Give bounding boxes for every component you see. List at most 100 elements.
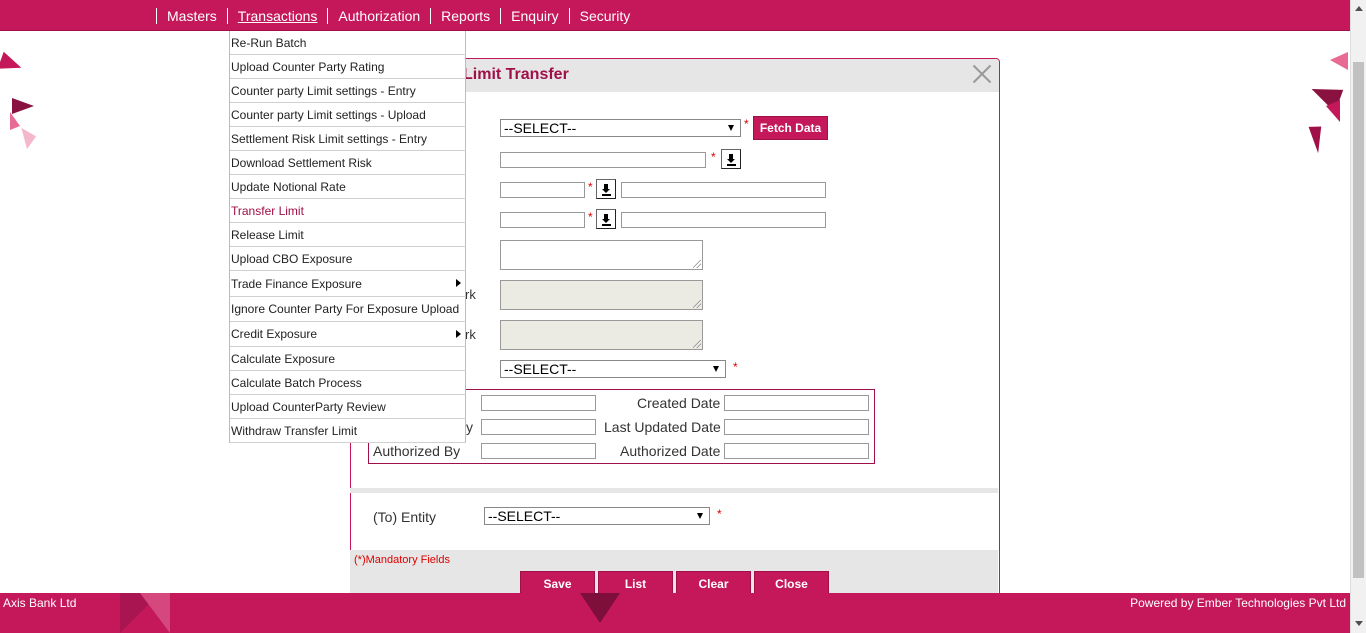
page: Masters Transactions Authorization Repor… bbox=[0, 0, 1366, 633]
nav-transactions[interactable]: Transactions bbox=[226, 7, 328, 24]
from-code-field[interactable] bbox=[500, 182, 585, 198]
required-mark: * bbox=[744, 117, 749, 131]
resize-grip-icon[interactable] bbox=[693, 260, 701, 268]
nav-security[interactable]: Security bbox=[568, 7, 641, 24]
to-description-field[interactable] bbox=[621, 212, 826, 228]
to-entity-label: (To) Entity bbox=[373, 509, 437, 525]
footer-bar: Axis Bank Ltd Powered by Ember Technolog… bbox=[0, 593, 1350, 633]
from-description-field[interactable] bbox=[621, 182, 826, 198]
dialog-title: Limit Transfer bbox=[463, 66, 569, 83]
scroll-up-icon[interactable] bbox=[1355, 6, 1363, 11]
required-mark: * bbox=[711, 150, 716, 164]
close-button[interactable]: Close bbox=[754, 571, 829, 595]
close-dialog-icon[interactable] bbox=[971, 63, 993, 85]
menu-item-settlement-risk-limit-entry[interactable]: Settlement Risk Limit settings - Entry bbox=[230, 127, 466, 151]
decor-triangle bbox=[21, 124, 39, 150]
fetch-data-button[interactable]: Fetch Data bbox=[753, 116, 828, 140]
authorized-date-label: Authorized Date bbox=[620, 443, 721, 459]
decor-triangle bbox=[1326, 100, 1340, 122]
decor-triangle bbox=[10, 112, 20, 130]
chevron-down-icon bbox=[713, 366, 719, 372]
menu-item-re-run-batch[interactable]: Re-Run Batch bbox=[230, 31, 466, 55]
nav-masters[interactable]: Masters bbox=[156, 7, 227, 24]
to-code-field[interactable] bbox=[500, 212, 585, 228]
to-entity-select[interactable]: --SELECT-- bbox=[484, 507, 710, 525]
menu-item-label: Upload CBO Exposure bbox=[231, 252, 353, 266]
menu-item-label: Re-Run Batch bbox=[231, 36, 307, 50]
menu-item-label: Release Limit bbox=[231, 228, 304, 242]
status-select-value: --SELECT-- bbox=[504, 361, 577, 377]
last-updated-date-field bbox=[724, 419, 869, 435]
menu-item-label: Transfer Limit bbox=[231, 204, 304, 218]
created-date-label: Created Date bbox=[637, 395, 721, 411]
chevron-down-icon bbox=[728, 125, 734, 131]
menu-item-label: Update Notional Rate bbox=[231, 180, 346, 194]
menu-item-ignore-counter-party[interactable]: Ignore Counter Party For Exposure Upload bbox=[230, 297, 466, 322]
menu-item-label: Settlement Risk Limit settings - Entry bbox=[231, 132, 428, 146]
menu-item-label: Credit Exposure bbox=[231, 327, 318, 341]
save-button[interactable]: Save bbox=[520, 571, 595, 595]
menu-item-label: Withdraw Transfer Limit bbox=[231, 424, 358, 438]
clear-button[interactable]: Clear bbox=[676, 571, 751, 595]
chevron-right-icon bbox=[456, 279, 461, 287]
menu-item-label: Upload CounterParty Review bbox=[231, 400, 386, 414]
entity-select[interactable]: --SELECT-- bbox=[500, 119, 741, 137]
last-updated-date-label: Last Updated Date bbox=[604, 419, 721, 435]
menu-item-calculate-exposure[interactable]: Calculate Exposure bbox=[230, 347, 466, 371]
menu-item-label: Download Settlement Risk bbox=[231, 156, 372, 170]
menu-item-counter-party-limit-upload[interactable]: Counter party Limit settings - Upload bbox=[230, 103, 466, 127]
footer-decor-shape bbox=[580, 593, 620, 623]
menu-item-credit-exposure[interactable]: Credit Exposure bbox=[230, 322, 466, 347]
nav-reports[interactable]: Reports bbox=[430, 7, 500, 24]
menu-item-calculate-batch-process[interactable]: Calculate Batch Process bbox=[230, 371, 466, 395]
lookup-download-icon[interactable] bbox=[596, 179, 616, 199]
menu-item-trade-finance-exposure[interactable]: Trade Finance Exposure bbox=[230, 271, 466, 297]
scroll-down-icon[interactable] bbox=[1355, 621, 1363, 626]
lookup-download-icon[interactable] bbox=[596, 209, 616, 229]
authorized-by-field bbox=[481, 443, 596, 459]
created-by-field bbox=[481, 395, 596, 411]
to-entity-select-value: --SELECT-- bbox=[488, 508, 561, 524]
menu-item-label: Trade Finance Exposure bbox=[231, 277, 362, 291]
last-updated-by-field bbox=[481, 419, 596, 435]
menu-item-upload-counterparty-review[interactable]: Upload CounterParty Review bbox=[230, 395, 466, 419]
required-mark: * bbox=[717, 507, 722, 521]
nav-authorization[interactable]: Authorization bbox=[327, 7, 430, 24]
menu-item-label: Upload Counter Party Rating bbox=[231, 60, 385, 74]
transactions-menu: Re-Run Batch Upload Counter Party Rating… bbox=[229, 31, 466, 443]
status-select[interactable]: --SELECT-- bbox=[500, 360, 726, 378]
field-label-partial: rk bbox=[465, 287, 476, 302]
mandatory-note: (*)Mandatory Fields bbox=[354, 554, 450, 566]
menu-item-label: Counter party Limit settings - Entry bbox=[231, 84, 416, 98]
menu-item-update-notional-rate[interactable]: Update Notional Rate bbox=[230, 175, 466, 199]
remark-textarea-readonly bbox=[500, 320, 703, 350]
menu-item-withdraw-transfer-limit[interactable]: Withdraw Transfer Limit bbox=[230, 419, 466, 443]
menu-item-upload-cbo-exposure[interactable]: Upload CBO Exposure bbox=[230, 247, 466, 271]
menu-item-transfer-limit[interactable]: Transfer Limit bbox=[230, 199, 466, 223]
chevron-right-icon bbox=[456, 330, 461, 338]
menu-item-release-limit[interactable]: Release Limit bbox=[230, 223, 466, 247]
required-mark: * bbox=[588, 180, 593, 194]
scroll-thumb[interactable] bbox=[1353, 62, 1364, 578]
remarks-textarea[interactable] bbox=[500, 240, 703, 270]
vertical-scrollbar[interactable] bbox=[1350, 0, 1366, 633]
top-nav-bar: Masters Transactions Authorization Repor… bbox=[0, 0, 1350, 31]
footer-powered-by: Powered by Ember Technologies Pvt Ltd bbox=[1130, 596, 1346, 610]
menu-item-download-settlement-risk[interactable]: Download Settlement Risk bbox=[230, 151, 466, 175]
menu-item-label: Calculate Exposure bbox=[231, 352, 336, 366]
nav-enquiry[interactable]: Enquiry bbox=[500, 7, 568, 24]
required-mark: * bbox=[588, 210, 593, 224]
counterparty-field[interactable] bbox=[500, 152, 706, 168]
menu-item-label: Ignore Counter Party For Exposure Upload bbox=[231, 302, 460, 316]
required-mark: * bbox=[733, 360, 738, 374]
footer-company: Axis Bank Ltd bbox=[3, 596, 77, 610]
decor-triangle bbox=[1330, 52, 1348, 70]
decor-triangle bbox=[1308, 122, 1330, 154]
remark-textarea-readonly bbox=[500, 280, 703, 310]
authorized-date-field bbox=[724, 443, 869, 459]
menu-item-label: Calculate Batch Process bbox=[231, 376, 362, 390]
list-button[interactable]: List bbox=[598, 571, 673, 595]
menu-item-upload-counter-party-rating[interactable]: Upload Counter Party Rating bbox=[230, 55, 466, 79]
menu-item-counter-party-limit-entry[interactable]: Counter party Limit settings - Entry bbox=[230, 79, 466, 103]
lookup-download-icon[interactable] bbox=[721, 149, 741, 169]
